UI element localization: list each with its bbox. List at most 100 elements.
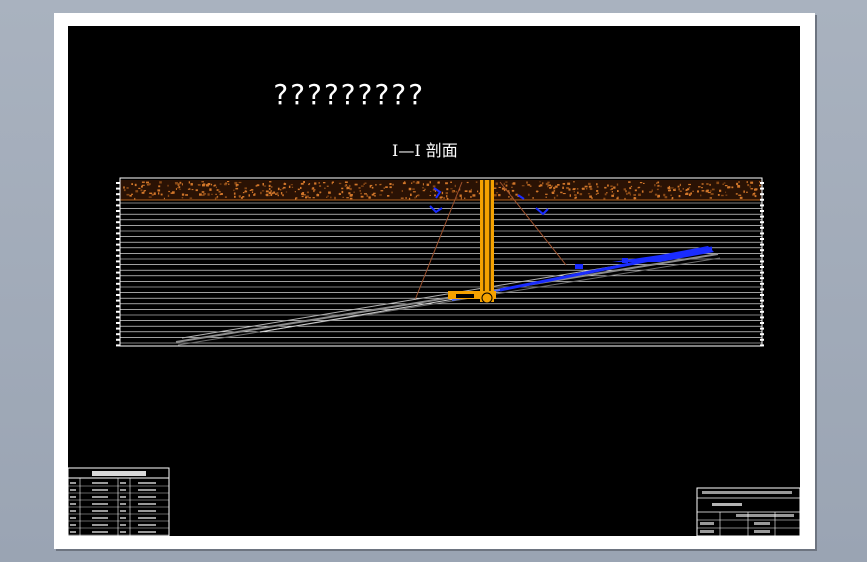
soil-grain: [512, 182, 516, 185]
legend-cell-mark: [138, 503, 156, 505]
strata-lines: [120, 202, 762, 344]
soil-grain: [613, 186, 616, 189]
soil-grain: [149, 192, 153, 194]
soil-grain: [349, 194, 353, 197]
soil-grain: [759, 184, 761, 187]
tick-mark: [116, 294, 120, 296]
soil-grain: [738, 181, 740, 183]
soil-grain: [719, 189, 722, 192]
soil-grain: [379, 194, 382, 196]
soil-grain: [547, 181, 550, 184]
soil-grain: [319, 185, 322, 187]
soil-grain: [642, 190, 644, 193]
soil-grain: [368, 196, 371, 199]
soil-grain: [701, 187, 703, 189]
tick-mark: [116, 238, 120, 240]
soil-grain: [175, 182, 178, 185]
legend-cell-mark: [70, 510, 76, 512]
soil-grain: [214, 184, 217, 186]
tick-mark: [116, 182, 120, 184]
soil-grain: [576, 188, 579, 190]
soil-grain: [678, 195, 681, 198]
soil-grain: [746, 181, 748, 184]
soil-grain: [268, 188, 271, 190]
soil-grain: [411, 182, 413, 184]
soil-grain: [338, 182, 342, 185]
soil-grain: [685, 192, 689, 195]
soil-grain: [424, 188, 426, 190]
soil-grain: [123, 189, 126, 192]
tick-mark: [116, 254, 120, 257]
soil-grain: [422, 187, 424, 189]
soil-grain: [379, 184, 381, 186]
soil-grain: [539, 181, 541, 183]
soil-grain: [596, 190, 599, 192]
soil-grain: [628, 181, 631, 183]
soil-grain: [585, 188, 588, 190]
soil-grain: [238, 195, 241, 197]
soil-grain: [151, 193, 154, 195]
soil-grain: [391, 191, 393, 194]
soil-grain: [344, 181, 348, 183]
soil-grain: [722, 183, 724, 185]
soil-grain: [158, 192, 160, 195]
soil-grain: [219, 193, 221, 196]
soil-grain: [626, 193, 628, 195]
soil-grain: [401, 190, 403, 192]
legend-cell-mark: [70, 482, 76, 484]
soil-grain: [624, 197, 626, 200]
soil-grain: [498, 186, 501, 188]
soil-grain: [657, 181, 660, 184]
tick-mark: [760, 299, 764, 302]
tick-mark: [760, 338, 764, 341]
tick-mark: [760, 305, 764, 308]
soil-grain: [205, 184, 208, 187]
soil-grain: [588, 182, 591, 185]
soil-grain: [725, 194, 728, 196]
soil-grain: [224, 196, 227, 198]
soil-grain: [562, 193, 566, 195]
soil-grain: [342, 196, 344, 198]
soil-grain: [553, 196, 556, 199]
legend-cell-mark: [92, 496, 108, 498]
legend-cell-mark: [120, 531, 126, 533]
tick-mark: [116, 232, 120, 235]
legend-cell-mark: [120, 503, 126, 505]
soil-grain: [607, 184, 609, 187]
tick-mark: [760, 215, 764, 218]
soil-grain: [657, 194, 660, 198]
legend-cell-mark: [120, 489, 126, 491]
soil-grain: [131, 193, 133, 195]
soil-grain: [266, 193, 269, 197]
soil-grain: [235, 184, 239, 186]
legend-cell-mark: [92, 482, 108, 484]
soil-grain: [179, 188, 181, 190]
tick-mark: [116, 327, 120, 330]
tick-mark: [116, 210, 120, 212]
legend-cell-mark: [120, 510, 126, 512]
soil-grain: [268, 184, 271, 188]
tick-mark: [760, 294, 764, 296]
soil-grain: [687, 188, 690, 191]
soil-grain: [639, 182, 643, 184]
soil-grain: [434, 190, 437, 192]
soil-grain: [305, 196, 308, 199]
tick-mark: [760, 277, 764, 280]
soil-grain: [443, 197, 445, 199]
soil-grain: [604, 193, 607, 196]
soil-grain: [554, 186, 556, 188]
soil-grain: [210, 183, 213, 186]
legend-cell-mark: [70, 489, 76, 491]
soil-grain: [364, 193, 367, 195]
soil-grain: [276, 192, 279, 195]
soil-grain: [141, 191, 145, 194]
soil-grain: [244, 187, 247, 190]
soil-grain: [649, 191, 652, 193]
soil-grain: [346, 186, 350, 190]
soil-grain: [263, 185, 267, 187]
soil-grain: [412, 188, 415, 190]
tick-mark: [760, 288, 764, 291]
soil-grain: [493, 187, 497, 189]
soil-grain: [371, 193, 375, 196]
soil-grain: [701, 183, 704, 185]
